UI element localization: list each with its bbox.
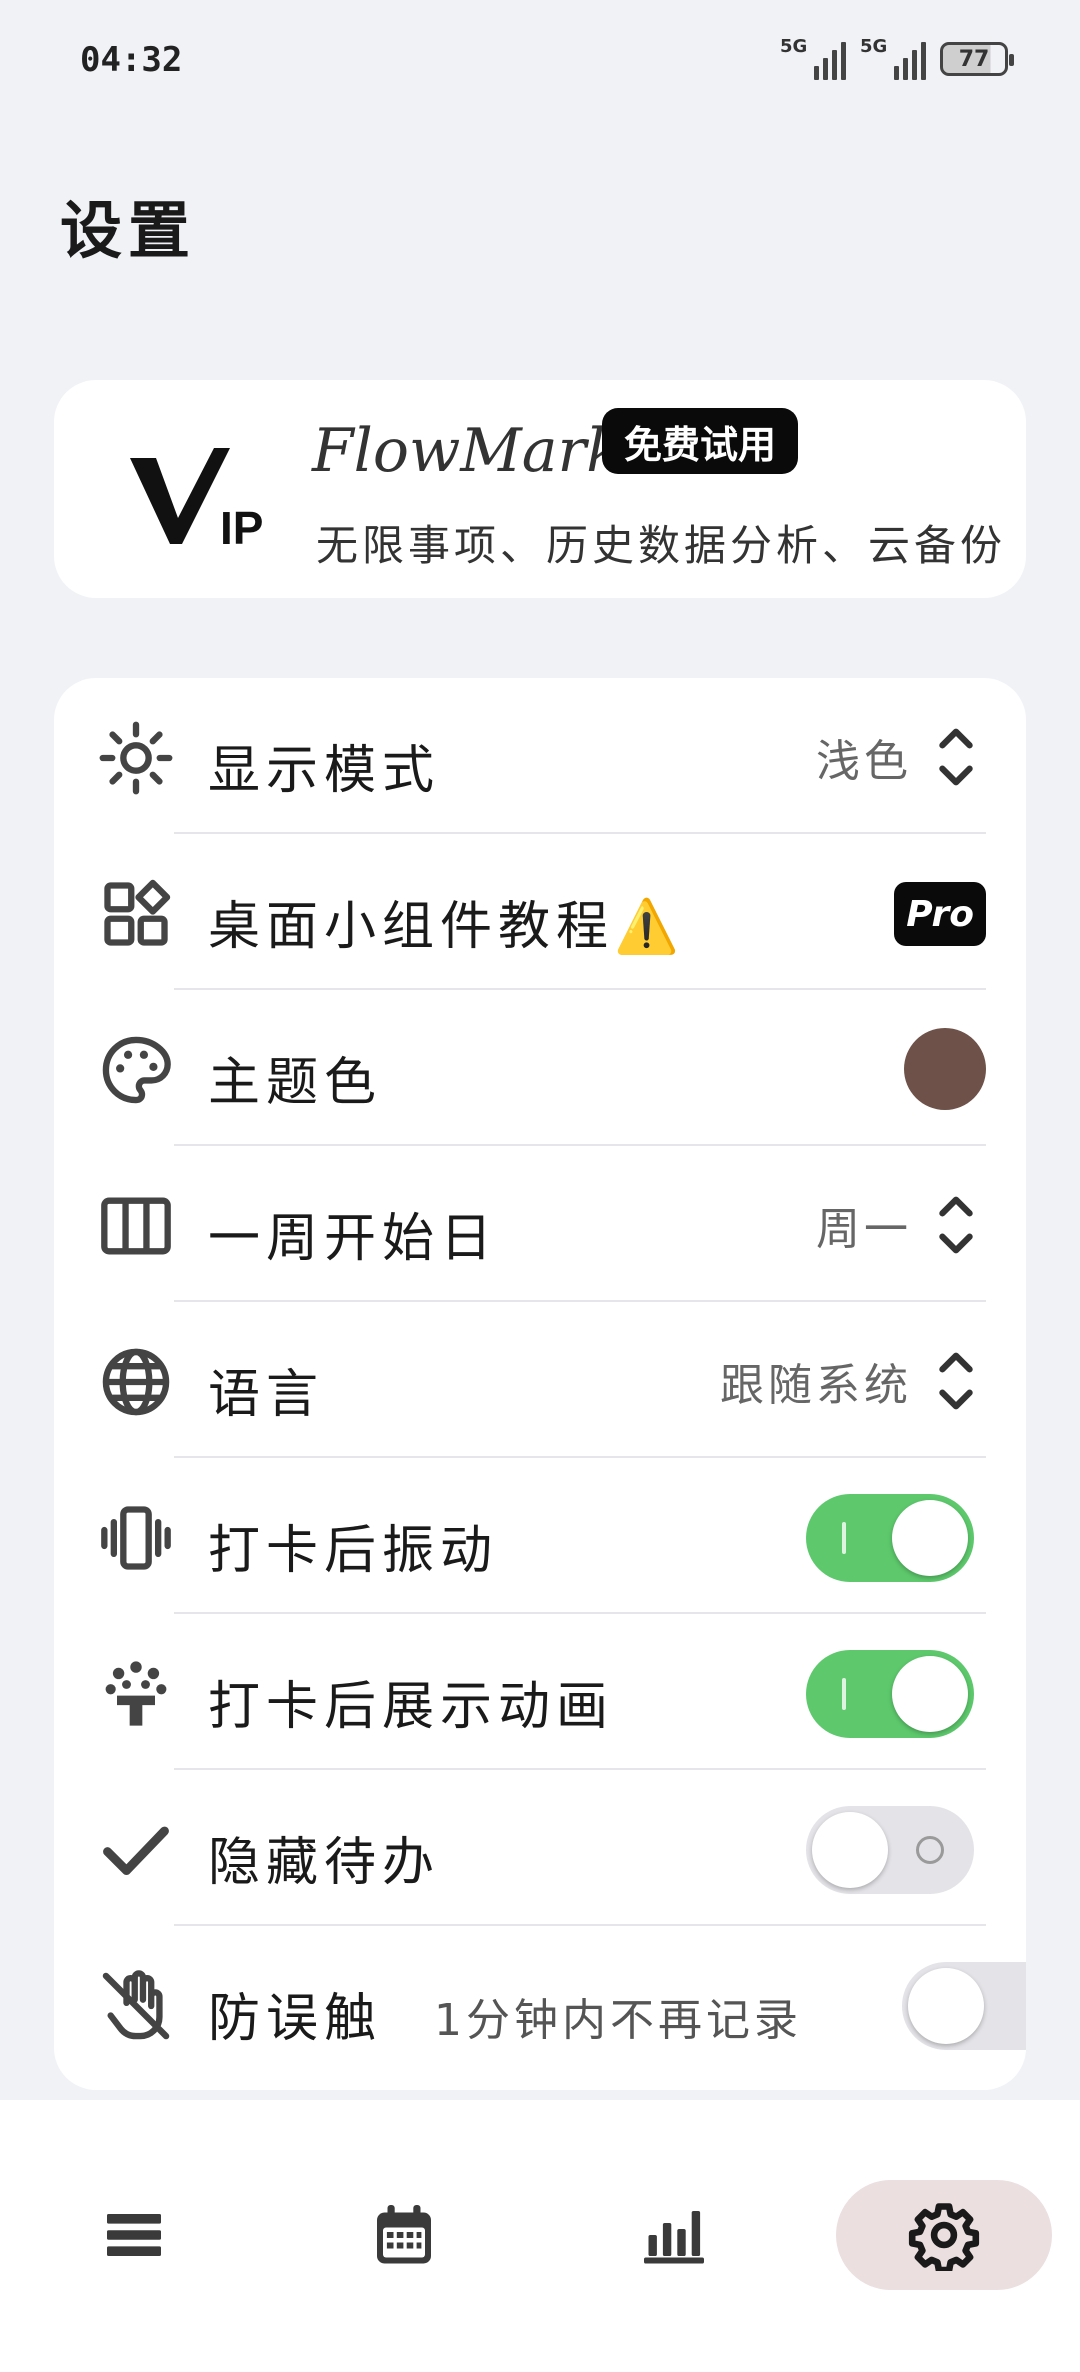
do-not-touch-icon: [102, 1970, 170, 2040]
svg-text:IP: IP: [220, 502, 263, 550]
hide-todo-toggle[interactable]: [806, 1806, 974, 1894]
palette-icon: [102, 1036, 171, 1104]
nav-settings[interactable]: [836, 2180, 1052, 2290]
toggle-knob: [892, 1500, 968, 1576]
setting-theme-color[interactable]: 主题色: [54, 990, 1026, 1146]
setting-label: 防误触: [208, 1989, 383, 2049]
signal-icon: 5G: [860, 36, 926, 80]
celebration-icon: [105, 1661, 167, 1726]
setting-display-mode[interactable]: 显示模式 浅色: [54, 678, 1026, 834]
week-start-select[interactable]: 周一: [816, 1190, 976, 1260]
check-icon: [103, 1826, 169, 1876]
setting-widget-tutorial[interactable]: 桌面小组件教程⚠️ Pro: [54, 834, 1026, 990]
chevron-up-down-icon: [939, 1352, 973, 1410]
theme-color-swatch[interactable]: [904, 1028, 986, 1110]
chevron-up-down-icon: [939, 1196, 973, 1254]
setting-animation-after-checkin[interactable]: 打卡后展示动画: [54, 1614, 1026, 1770]
setting-language[interactable]: 语言 跟随系统: [54, 1302, 1026, 1458]
setting-value: 跟随系统: [720, 1360, 912, 1411]
vibration-icon: [101, 1506, 171, 1570]
setting-label: 打卡后展示动画: [208, 1677, 615, 1737]
setting-label: 隐藏待办: [208, 1833, 441, 1893]
setting-week-start[interactable]: 一周开始日 周一: [54, 1146, 1026, 1302]
free-trial-badge[interactable]: 免费试用: [602, 408, 799, 474]
vip-promo-card[interactable]: IP FlowMark 免费试用 无限事项、历史数据分析、云备份: [54, 380, 1026, 598]
toggle-knob: [892, 1656, 968, 1732]
setting-label: 语言: [208, 1365, 325, 1425]
signal-icon: 5G: [780, 36, 846, 80]
status-time: 04:32: [80, 40, 183, 80]
settings-list: 显示模式 浅色 桌面小组件教程⚠️ Pro 主题色 一周开始日 周一 语言 跟随…: [54, 678, 1026, 2090]
toggle-off-mark: [916, 1836, 944, 1864]
bar-chart-icon: [644, 2211, 704, 2264]
nav-calendar[interactable]: [296, 2180, 512, 2290]
network-type-label: 5G: [780, 36, 808, 57]
setting-sublabel: 1分钟内不再记录: [434, 1995, 802, 2046]
toggle-knob: [908, 1968, 984, 2044]
setting-label: 桌面小组件教程⚠️: [208, 897, 685, 957]
list-icon: [107, 2214, 161, 2256]
toggle-on-mark: [842, 1678, 846, 1710]
toggle-knob: [812, 1812, 888, 1888]
pro-badge: Pro: [894, 882, 986, 946]
display-mode-select[interactable]: 浅色: [816, 722, 976, 792]
setting-anti-mistouch[interactable]: 防误触 1分钟内不再记录: [54, 1926, 1026, 2082]
nav-statistics[interactable]: [566, 2180, 782, 2290]
app-name: FlowMark: [312, 416, 623, 486]
battery-icon: 77: [940, 42, 1014, 76]
setting-value: 周一: [816, 1204, 912, 1255]
columns-icon: [101, 1197, 171, 1255]
brightness-icon: [99, 721, 173, 795]
vibrate-toggle[interactable]: [806, 1494, 974, 1582]
status-bar: 04:32 5G 5G 77: [0, 0, 1080, 130]
setting-vibrate-after-checkin[interactable]: 打卡后振动: [54, 1458, 1026, 1614]
bottom-navigation: [0, 2100, 1080, 2372]
widgets-icon: [104, 879, 171, 946]
gear-icon: [908, 2203, 980, 2271]
nav-list[interactable]: [26, 2180, 242, 2290]
setting-label: 一周开始日: [208, 1209, 499, 1269]
anti-mistouch-toggle[interactable]: [902, 1962, 1026, 2050]
globe-icon: [102, 1348, 170, 1416]
vip-description: 无限事项、历史数据分析、云备份: [316, 521, 1007, 570]
chevron-up-down-icon: [939, 728, 973, 786]
setting-label: 主题色: [208, 1053, 383, 1113]
setting-hide-todo[interactable]: 隐藏待办: [54, 1770, 1026, 1926]
language-select[interactable]: 跟随系统: [720, 1346, 976, 1416]
toggle-on-mark: [842, 1522, 846, 1554]
setting-label: 打卡后振动: [208, 1521, 499, 1581]
calendar-icon: [377, 2205, 431, 2264]
page-title: 设置: [60, 194, 197, 267]
animation-toggle[interactable]: [806, 1650, 974, 1738]
status-icons: 5G 5G 77: [780, 36, 1014, 80]
vip-logo-icon: IP: [130, 448, 263, 550]
network-type-label: 5G: [860, 36, 888, 57]
setting-label: 显示模式: [208, 741, 441, 801]
setting-value: 浅色: [816, 736, 912, 787]
battery-level: 77: [958, 46, 990, 72]
